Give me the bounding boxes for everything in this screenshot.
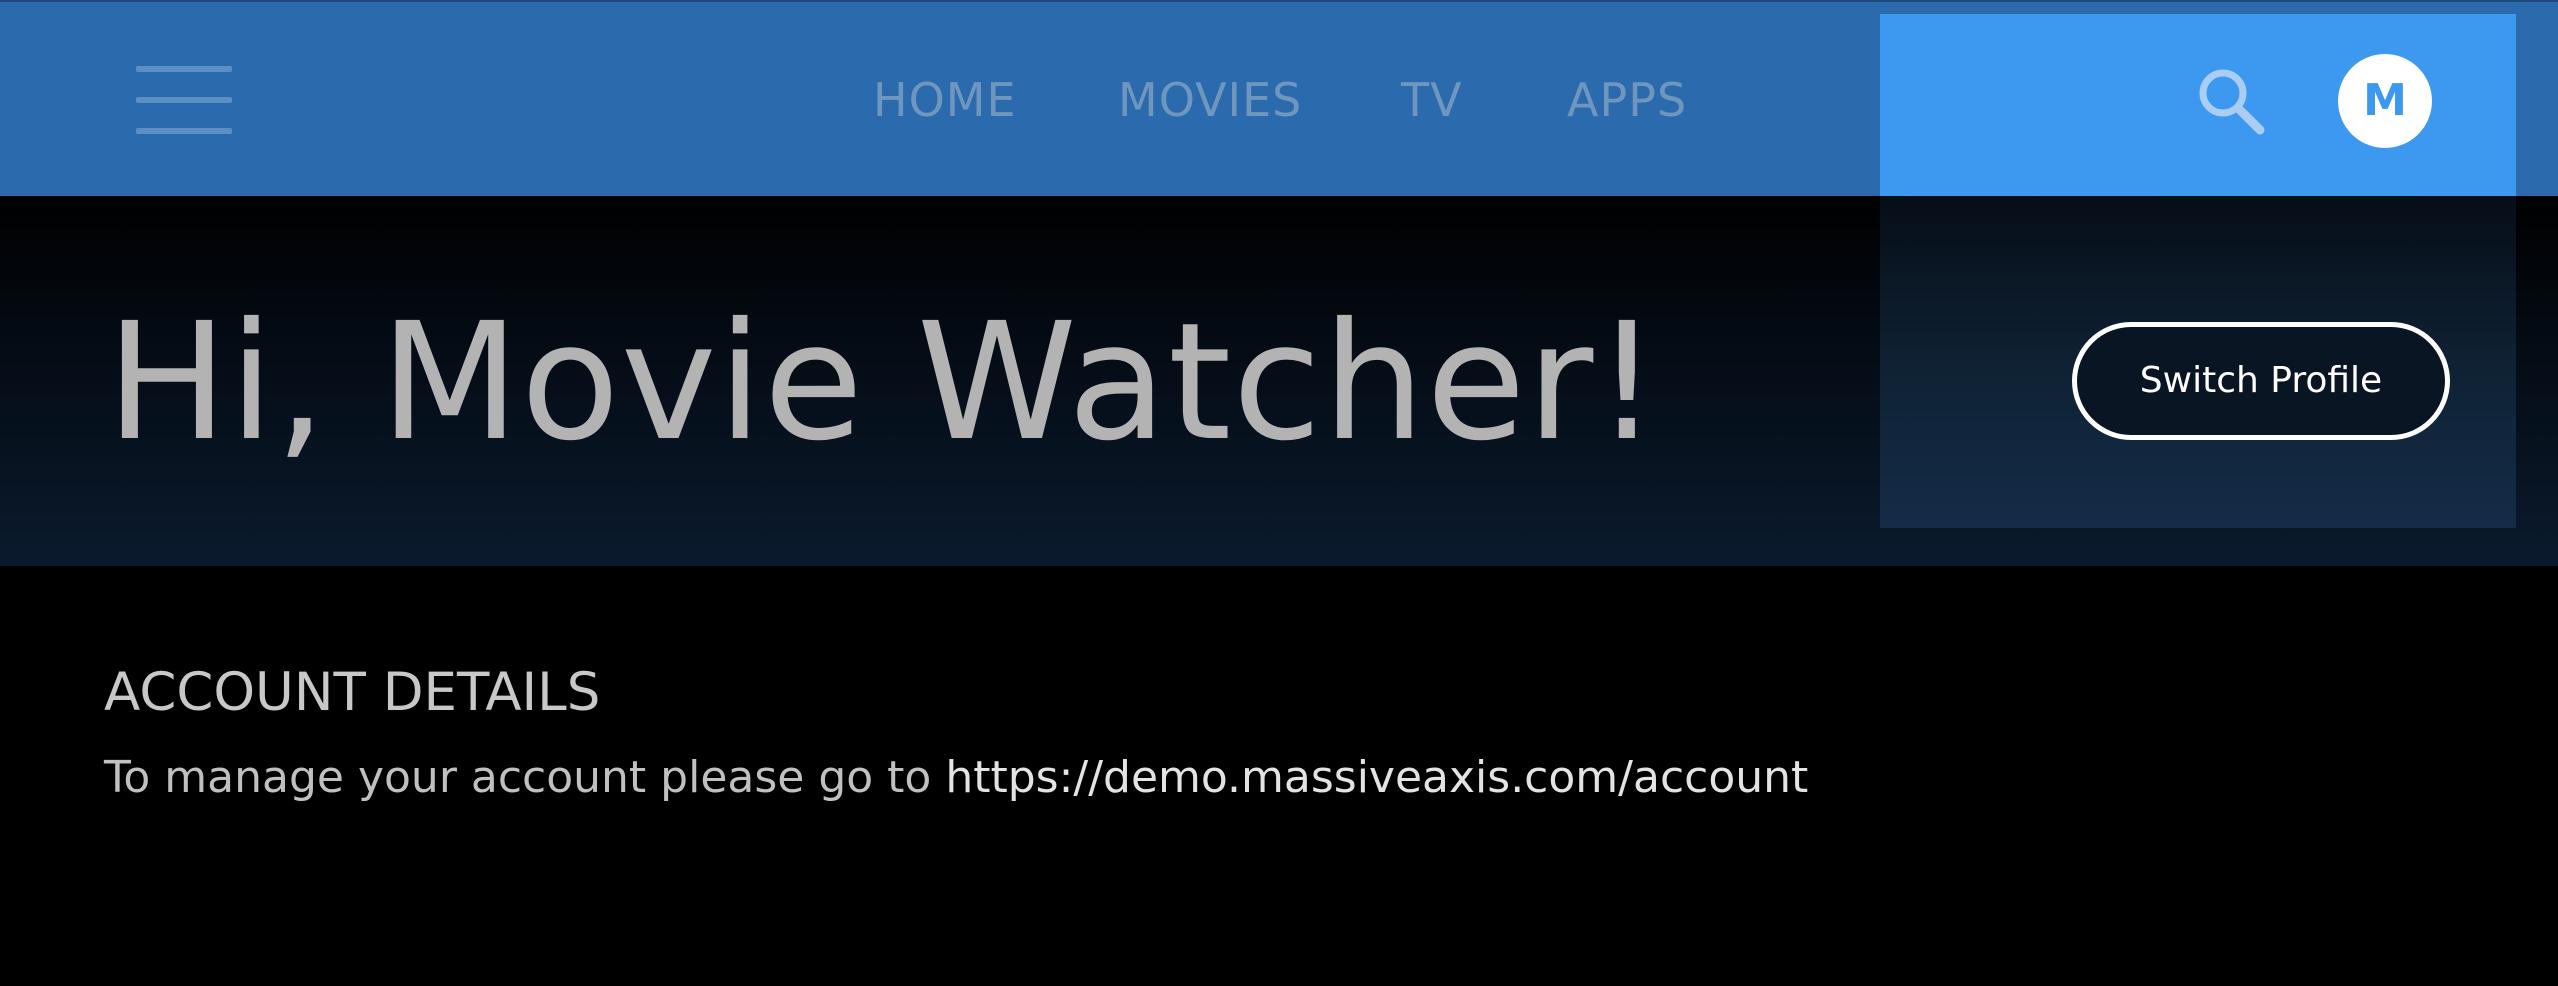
search-icon-graphic bbox=[2199, 69, 2265, 135]
nav-link-apps[interactable]: APPS bbox=[1567, 68, 1687, 132]
account-instruction-label: To manage your account please go to bbox=[104, 752, 946, 803]
search-icon[interactable] bbox=[2196, 66, 2266, 136]
hamburger-menu-icon[interactable] bbox=[136, 66, 232, 134]
account-instruction-text: To manage your account please go to http… bbox=[104, 748, 1808, 808]
nav-link-movies[interactable]: MOVIES bbox=[1118, 68, 1302, 132]
welcome-hero: Hi, Movie Watcher! Switch Profile bbox=[0, 196, 2558, 566]
user-avatar[interactable]: M bbox=[2338, 54, 2432, 148]
menu-bar-line bbox=[136, 66, 232, 72]
account-details-heading: ACCOUNT DETAILS bbox=[104, 662, 601, 723]
greeting-title: Hi, Movie Watcher! bbox=[106, 289, 1661, 477]
menu-bar-line bbox=[136, 128, 232, 134]
top-navigation-bar: HOME MOVIES TV APPS M bbox=[0, 0, 2558, 198]
account-details-section: ACCOUNT DETAILS To manage your account p… bbox=[104, 660, 1808, 803]
switch-profile-button[interactable]: Switch Profile bbox=[2072, 322, 2450, 440]
nav-link-home[interactable]: HOME bbox=[873, 68, 1017, 132]
nav-link-tv[interactable]: TV bbox=[1401, 68, 1463, 132]
menu-bar-line bbox=[136, 97, 232, 103]
account-management-link[interactable]: https://demo.massiveaxis.com/account bbox=[945, 752, 1808, 803]
